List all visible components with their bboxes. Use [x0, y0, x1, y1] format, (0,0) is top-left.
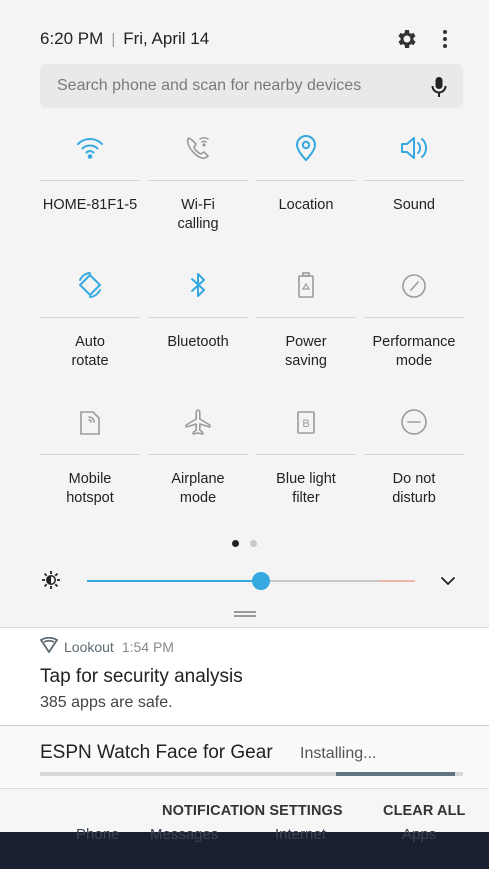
notification-body: 385 apps are safe.: [40, 694, 173, 711]
brightness-warning-zone: [379, 580, 415, 582]
do-not-disturb-icon: [396, 404, 432, 440]
dock-label-phone[interactable]: Phone: [76, 826, 119, 843]
tile-label: Airplane mode: [171, 471, 225, 506]
brightness-control: [40, 568, 463, 596]
performance-icon: [396, 267, 432, 303]
tile-location[interactable]: Location: [252, 122, 360, 257]
dock-label-apps[interactable]: Apps: [402, 826, 436, 843]
tile-label: Mobile hotspot: [66, 471, 114, 506]
tile-label: Auto rotate: [71, 334, 109, 369]
notification-status: Installing...: [300, 745, 377, 762]
clock: 6:20 PM: [40, 29, 104, 48]
tile-divider: [148, 180, 248, 181]
tile-divider: [40, 317, 140, 318]
page-indicator: [0, 534, 489, 547]
wifi-calling-icon: [180, 130, 216, 166]
airplane-icon: [180, 404, 216, 440]
quick-panel: 6:20 PM | Fri, April 14 Search phone and…: [0, 0, 489, 627]
power-saving-icon: [288, 267, 324, 303]
svg-text:B: B: [302, 418, 309, 430]
hotspot-icon: [72, 404, 108, 440]
dock-label-internet[interactable]: Internet: [275, 826, 326, 843]
install-progress-fill: [336, 772, 455, 776]
tile-divider: [364, 180, 464, 181]
more-vert-icon[interactable]: [433, 27, 457, 51]
date: Fri, April 14: [123, 29, 210, 48]
notification-title: Tap for security analysis: [40, 666, 243, 687]
home-dock: Phone Messages Internet Apps: [0, 826, 489, 869]
mic-icon[interactable]: [429, 75, 449, 99]
blue-light-icon: B: [288, 404, 324, 440]
brightness-icon: [40, 569, 62, 591]
notification-app-name: Lookout: [64, 638, 114, 655]
tile-label: Sound: [393, 197, 435, 213]
notification-header: Lookout 1:54 PM: [39, 636, 174, 656]
tile-wifi-calling[interactable]: Wi-Fi calling: [144, 122, 252, 257]
lookout-shield-icon: [39, 636, 59, 656]
tile-bluetooth[interactable]: Bluetooth: [144, 259, 252, 394]
notification-lookout[interactable]: Lookout 1:54 PM Tap for security analysi…: [0, 627, 489, 725]
search-placeholder: Search phone and scan for nearby devices: [57, 77, 362, 94]
tile-label: Wi-Fi calling: [177, 197, 219, 232]
tile-airplane[interactable]: Airplane mode: [144, 396, 252, 531]
tile-divider: [364, 454, 464, 455]
install-progress-bar: [40, 772, 463, 776]
tile-sound[interactable]: Sound: [360, 122, 468, 257]
location-pin-icon: [288, 130, 324, 166]
tile-label: Bluetooth: [167, 334, 229, 350]
bluetooth-icon: [180, 267, 216, 303]
tile-do-not-disturb[interactable]: Do not disturb: [360, 396, 468, 531]
tile-label: Location: [278, 197, 334, 213]
search-bar[interactable]: Search phone and scan for nearby devices: [40, 64, 463, 108]
page-dot-active[interactable]: [232, 540, 240, 547]
page-dot[interactable]: [249, 540, 257, 547]
tile-performance[interactable]: Performance mode: [360, 259, 468, 394]
tile-auto-rotate[interactable]: Auto rotate: [36, 259, 144, 394]
panel-drag-handle[interactable]: [234, 611, 256, 617]
tile-label: Power saving: [285, 334, 327, 369]
status-bar: 6:20 PM | Fri, April 14: [40, 28, 459, 50]
brightness-knob[interactable]: [252, 572, 270, 590]
tile-blue-light[interactable]: B Blue light filter: [252, 396, 360, 531]
tile-label: Blue light filter: [276, 471, 336, 506]
notification-title: ESPN Watch Face for Gear: [40, 742, 273, 763]
auto-rotate-icon: [72, 267, 108, 303]
tile-divider: [256, 454, 356, 455]
brightness-slider[interactable]: [87, 572, 415, 590]
tile-divider: [40, 454, 140, 455]
tile-power-saving[interactable]: Power saving: [252, 259, 360, 394]
gear-icon[interactable]: [395, 27, 419, 51]
brightness-fill: [87, 580, 261, 582]
notification-espn-install[interactable]: ESPN Watch Face for Gear Installing...: [0, 725, 489, 788]
tile-divider: [148, 454, 248, 455]
tile-label: Performance mode: [372, 334, 456, 369]
tile-label: Do not disturb: [392, 471, 436, 506]
notification-time: 1:54 PM: [121, 638, 174, 655]
status-separator: |: [111, 30, 116, 48]
tile-wifi[interactable]: HOME-81F1-5: [36, 122, 144, 257]
sound-icon: [396, 130, 432, 166]
clear-all-button[interactable]: CLEAR ALL: [383, 803, 466, 819]
tile-label: HOME-81F1-5: [42, 197, 138, 213]
tile-divider: [40, 180, 140, 181]
wifi-icon: [72, 130, 108, 166]
tile-divider: [256, 180, 356, 181]
tile-divider: [148, 317, 248, 318]
tile-mobile-hotspot[interactable]: Mobile hotspot: [36, 396, 144, 531]
tile-divider: [256, 317, 356, 318]
chevron-down-icon[interactable]: [439, 572, 457, 590]
notification-settings-button[interactable]: NOTIFICATION SETTINGS: [162, 803, 343, 819]
tile-divider: [364, 317, 464, 318]
dock-label-messages[interactable]: Messages: [150, 826, 218, 843]
